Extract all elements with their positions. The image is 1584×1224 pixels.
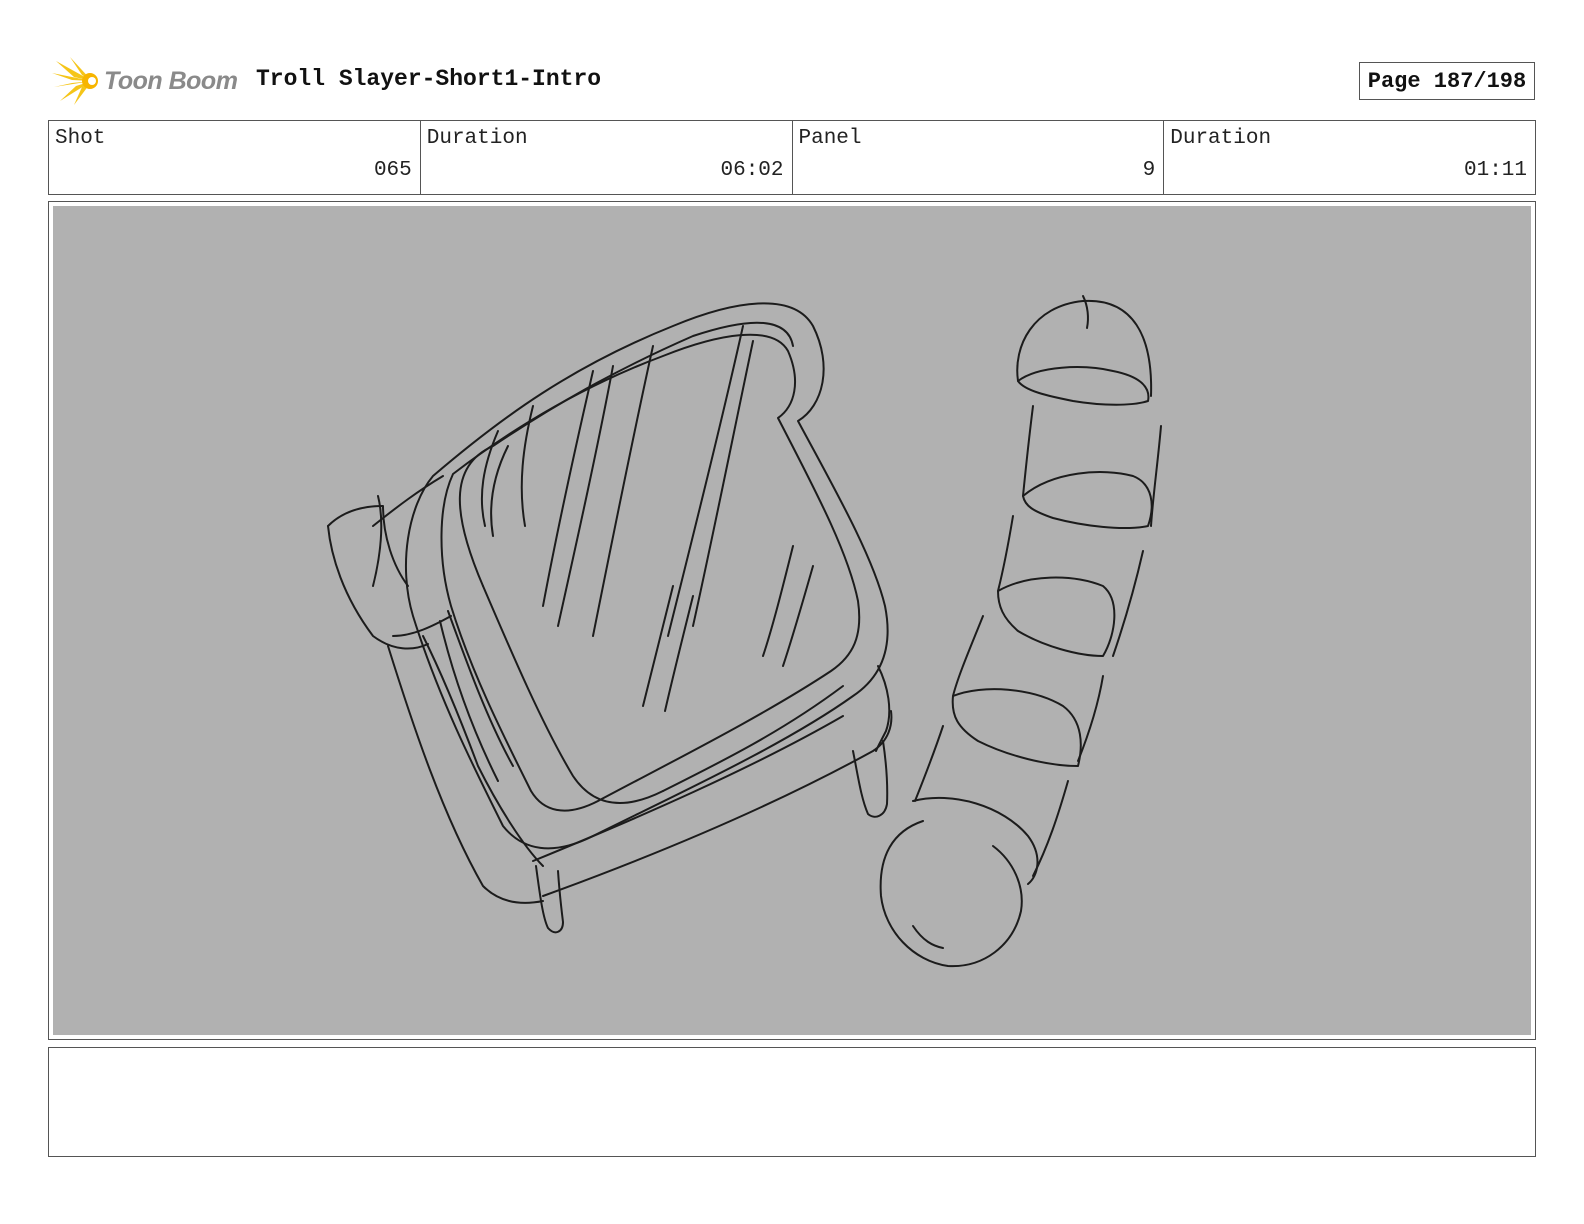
shot-duration-cell: Duration 06:02 [421, 121, 793, 194]
project-title: Troll Slayer-Short1-Intro [256, 66, 602, 92]
shot-label: Shot [55, 127, 106, 150]
panel-value: 9 [1142, 159, 1156, 182]
shot-cell: Shot 065 [49, 121, 421, 194]
storyboard-panel [48, 201, 1536, 1040]
panel-cell: Panel 9 [793, 121, 1165, 194]
toon-boom-logo: Toon Boom [52, 55, 242, 107]
starburst-icon [52, 57, 98, 105]
shot-info-table: Shot 065 Duration 06:02 Panel 9 Duration… [48, 120, 1536, 195]
panel-duration-label: Duration [1170, 127, 1272, 150]
panel-duration-cell: Duration 01:11 [1164, 121, 1535, 194]
sliced-sausage-sketch [879, 295, 1162, 968]
bread-slice-sketch [327, 302, 893, 934]
logo-text: Toon Boom [104, 67, 238, 95]
panel-notes [48, 1047, 1536, 1157]
panel-label: Panel [798, 127, 862, 150]
page-number: Page 187/198 [1359, 62, 1535, 100]
panel-drawing [53, 206, 1531, 1035]
shot-duration-value: 06:02 [720, 159, 784, 182]
panel-duration-value: 01:11 [1463, 159, 1527, 182]
shot-duration-label: Duration [426, 127, 528, 150]
shot-value: 065 [373, 159, 412, 182]
